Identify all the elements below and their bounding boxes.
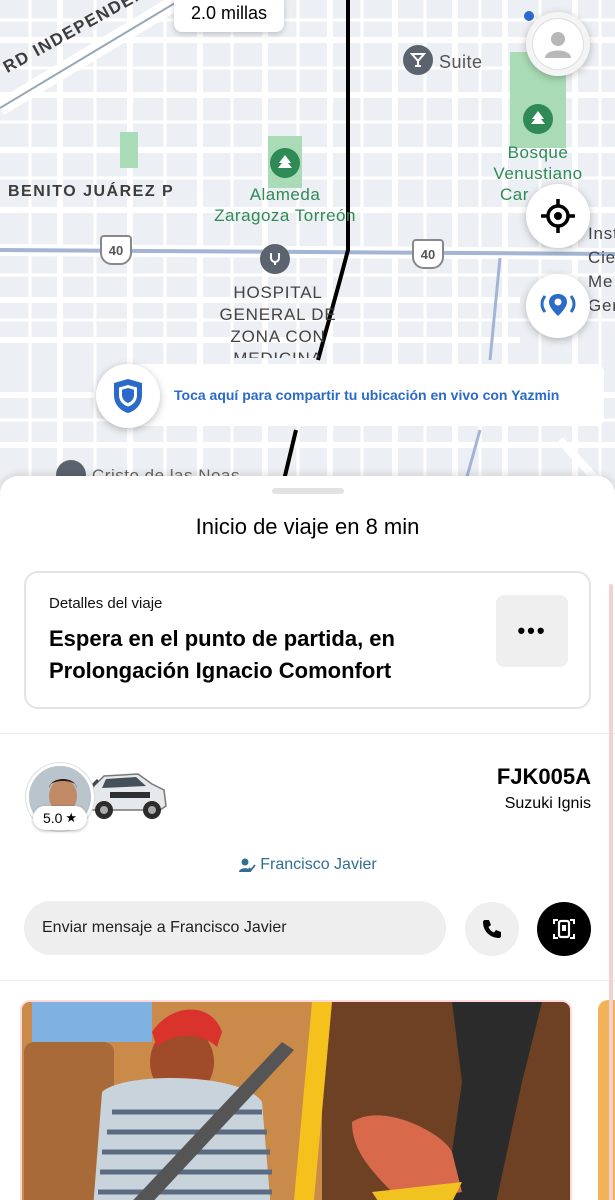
sheet-grabber[interactable] bbox=[272, 488, 344, 494]
trip-sheet: Inicio de viaje en 8 min Detalles del vi… bbox=[0, 476, 615, 1200]
map-view[interactable]: RD INDEPENDENCIA BENITO JUÁREZ P Suite B… bbox=[0, 0, 615, 520]
scrollbar[interactable] bbox=[609, 584, 613, 1200]
message-driver-input[interactable]: Enviar mensaje a Francisco Javier bbox=[24, 901, 446, 955]
divider bbox=[0, 980, 615, 981]
park-icon bbox=[523, 104, 553, 134]
crosshair-icon bbox=[541, 199, 575, 233]
broadcast-pin-icon bbox=[540, 294, 576, 316]
profile-button[interactable] bbox=[526, 12, 590, 76]
promo-illustration bbox=[22, 1002, 570, 1200]
more-options-button[interactable]: ••• bbox=[496, 595, 568, 667]
place-label-hospital: HOSPITAL GENERAL DE ZONA CON MEDICINA bbox=[219, 283, 337, 358]
place-label-suite: Suite bbox=[439, 52, 483, 72]
map-streets bbox=[0, 0, 615, 520]
hospital-icon bbox=[260, 244, 290, 274]
more-icon: ••• bbox=[517, 618, 547, 643]
driver-rating: 5.0 ★ bbox=[33, 806, 87, 830]
highway-shield: 40 bbox=[100, 235, 132, 265]
place-label-alameda: Alameda Zaragoza Torreón bbox=[214, 185, 356, 225]
safety-shield-button[interactable] bbox=[96, 364, 160, 428]
park-icon bbox=[270, 148, 300, 178]
share-location-text: Toca aquí para compartir tu ubicación en… bbox=[174, 387, 560, 403]
place-label-institute: Inst Cie Me Ger bbox=[588, 224, 615, 315]
distance-pill: 2.0 millas bbox=[174, 0, 284, 32]
street-label-benito-juarez: BENITO JUÁREZ P bbox=[8, 183, 175, 200]
verify-code-button[interactable] bbox=[537, 902, 591, 956]
verified-person-icon bbox=[239, 858, 256, 872]
profile-avatar-icon bbox=[532, 18, 584, 70]
car-model: Suzuki Ignis bbox=[504, 795, 591, 812]
bar-icon bbox=[403, 45, 433, 75]
recenter-button[interactable] bbox=[526, 184, 590, 248]
eta-title: Inicio de viaje en 8 min bbox=[195, 514, 420, 539]
divider bbox=[0, 733, 615, 734]
phone-icon bbox=[483, 920, 501, 938]
driver-name[interactable]: Francisco Javier bbox=[0, 856, 615, 874]
share-location-banner[interactable]: Toca aquí para compartir tu ubicación en… bbox=[120, 364, 604, 426]
pickup-instructions: Espera en el punto de partida, en Prolon… bbox=[49, 626, 395, 683]
live-location-button[interactable] bbox=[526, 274, 590, 338]
promo-banner[interactable] bbox=[20, 1000, 572, 1200]
star-icon: ★ bbox=[65, 810, 78, 825]
trip-details-label: Detalles del viaje bbox=[49, 595, 163, 612]
trip-details-card[interactable]: Detalles del viaje Espera en el punto de… bbox=[24, 571, 591, 709]
call-button[interactable] bbox=[465, 902, 519, 956]
license-plate: FJK005A bbox=[496, 764, 591, 789]
shield-icon bbox=[114, 379, 142, 413]
highway-shield: 40 bbox=[412, 239, 444, 269]
phone-scan-icon bbox=[553, 919, 575, 939]
